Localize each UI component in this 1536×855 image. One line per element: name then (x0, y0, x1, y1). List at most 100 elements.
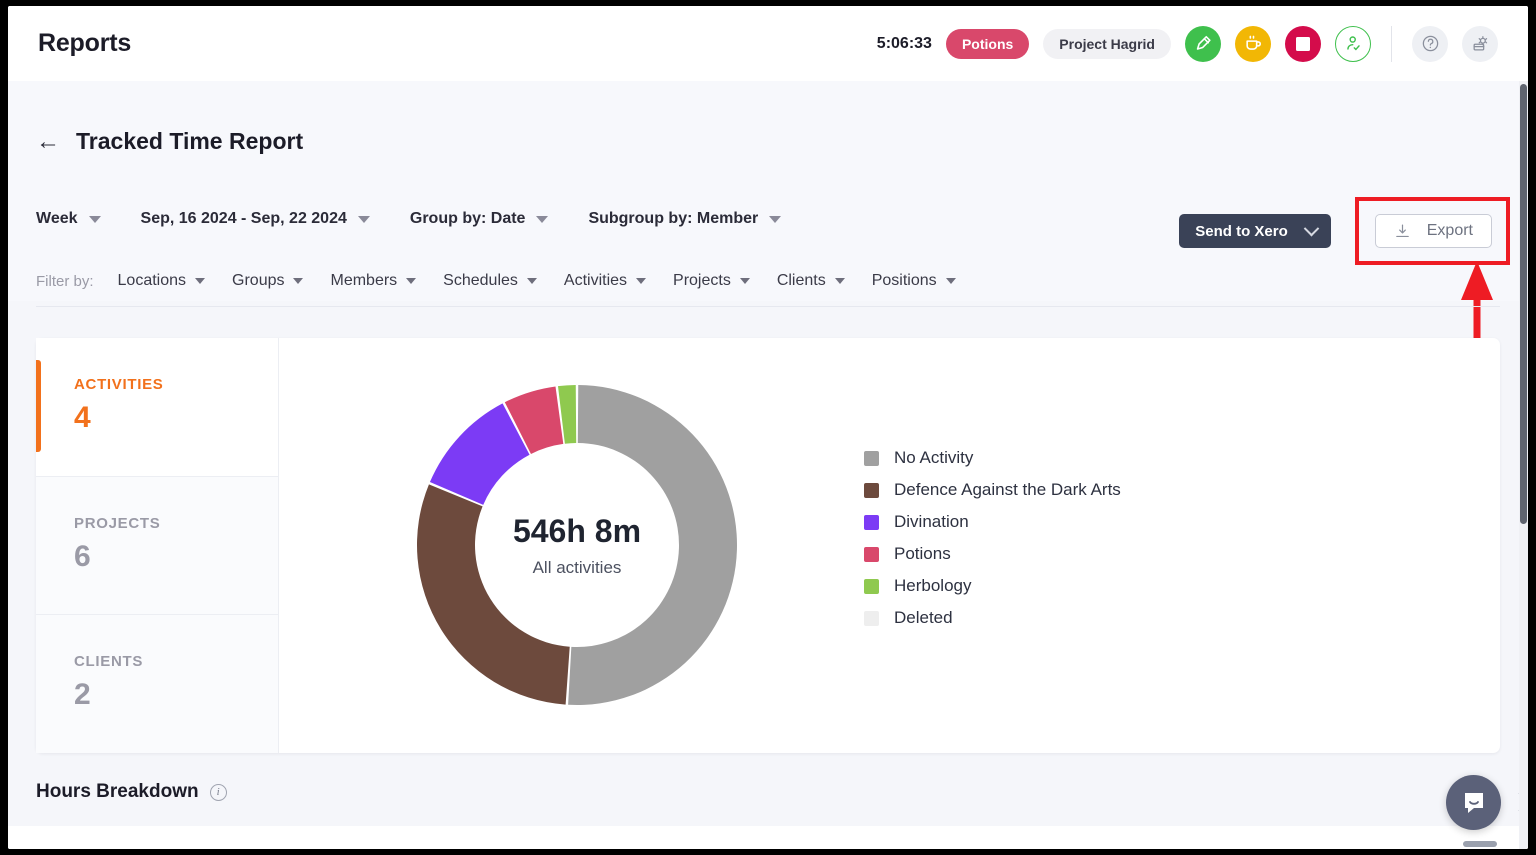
chat-bubble-icon[interactable] (1446, 775, 1501, 830)
filter-bar: Filter by: Locations Groups Members Sche… (8, 256, 1528, 306)
legend-swatch-herbology (864, 578, 879, 594)
chevron-down-icon (739, 278, 750, 284)
legend-label: Divination (894, 512, 969, 531)
filter-activities[interactable]: Activities (563, 272, 647, 290)
legend-item[interactable]: No Activity (864, 448, 1121, 468)
legend-label: Defence Against the Dark Arts (894, 480, 1121, 499)
app-window: Reports 5:06:33 Potions Project Hagrid ←… (8, 6, 1528, 849)
chevron-down-icon (769, 215, 782, 223)
group-by-selector[interactable]: Group by: Date (410, 210, 549, 228)
running-timer: 5:06:33 (876, 34, 932, 52)
chevron-down-icon (88, 215, 101, 223)
date-range-selector[interactable]: Sep, 16 2024 - Sep, 22 2024 (141, 210, 370, 228)
report-action-buttons: Send to Xero Export (1179, 197, 1510, 265)
legend-swatch-defence (864, 482, 879, 498)
current-project-pill[interactable]: Project Hagrid (1043, 28, 1171, 59)
legend-item[interactable]: Defence Against the Dark Arts (864, 480, 1121, 500)
filter-positions[interactable]: Positions (872, 272, 956, 290)
chevron-down-icon (293, 278, 304, 284)
report-title: Tracked Time Report (76, 128, 304, 154)
vertical-scrollbar-thumb[interactable] (1520, 84, 1527, 524)
subgroup-by-selector[interactable]: Subgroup by: Member (588, 210, 782, 228)
stat-label-projects: PROJECTS (74, 514, 161, 532)
filter-positions-label: Positions (871, 272, 937, 289)
chevron-down-icon (945, 278, 956, 284)
back-arrow-icon[interactable]: ← (36, 129, 60, 154)
legend-swatch-deleted (864, 610, 879, 626)
filter-activities-label: Activities (563, 272, 628, 289)
export-highlight-annotation: Export (1354, 197, 1510, 265)
legend-item[interactable]: Herbology (864, 576, 1121, 596)
topbar-divider (1391, 25, 1392, 62)
filter-locations[interactable]: Locations (118, 272, 206, 290)
legend-swatch-no-activity (864, 450, 879, 466)
filter-members[interactable]: Members (330, 272, 417, 290)
filter-members-label: Members (330, 272, 398, 289)
stat-tab-activities[interactable]: ACTIVITIES 4 (36, 338, 278, 477)
filter-divider (36, 306, 1500, 307)
filter-projects-label: Projects (673, 272, 731, 289)
filter-by-label: Filter by: (36, 272, 94, 290)
stat-tab-clients[interactable]: CLIENTS 2 (36, 615, 278, 754)
filter-clients-label: Clients (776, 272, 826, 289)
start-timer-icon[interactable] (1185, 25, 1221, 62)
send-to-xero-button[interactable]: Send to Xero (1179, 214, 1331, 248)
legend-item[interactable]: Deleted (864, 608, 1121, 628)
filter-schedules[interactable]: Schedules (443, 272, 537, 290)
report-controls: Week Sep, 16 2024 - Sep, 22 2024 Group b… (36, 201, 821, 237)
filter-clients[interactable]: Clients (777, 272, 845, 290)
summary-stat-tabs: ACTIVITIES 4 PROJECTS 6 CLIENTS 2 (36, 338, 279, 754)
horizontal-scrollbar-thumb[interactable] (1463, 841, 1497, 847)
hours-breakdown-header: Hours Breakdown i (36, 781, 227, 803)
info-icon[interactable]: i (209, 783, 227, 801)
legend-label: Potions (894, 544, 951, 563)
export-label: Export (1426, 222, 1473, 239)
settings-icon[interactable] (1462, 25, 1498, 62)
chevron-down-icon (195, 278, 206, 284)
filter-locations-label: Locations (117, 272, 187, 289)
help-icon[interactable] (1412, 25, 1448, 62)
download-icon (1395, 224, 1409, 237)
legend-item[interactable]: Potions (864, 544, 1121, 564)
filter-groups-label: Groups (232, 272, 285, 289)
donut-segment[interactable] (568, 385, 737, 705)
stat-value-activities: 4 (74, 401, 91, 434)
chevron-down-icon (636, 278, 647, 284)
subgroup-by-label: Subgroup by: Member (588, 210, 759, 227)
stat-value-clients: 2 (74, 678, 91, 712)
donut-chart[interactable]: 546h 8m All activities (407, 375, 747, 715)
date-range-label: Sep, 16 2024 - Sep, 22 2024 (140, 210, 347, 227)
filter-projects[interactable]: Projects (673, 272, 750, 290)
activities-summary-card: ACTIVITIES 4 PROJECTS 6 CLIENTS 2 546h 8… (36, 338, 1500, 754)
stat-tab-projects[interactable]: PROJECTS 6 (36, 476, 278, 616)
chart-legend: No Activity Defence Against the Dark Art… (864, 448, 1121, 628)
stat-label-activities: ACTIVITIES (74, 376, 164, 393)
hours-breakdown-title: Hours Breakdown (36, 781, 199, 802)
export-button[interactable]: Export (1374, 214, 1492, 248)
legend-label: Herbology (894, 576, 972, 595)
donut-segment[interactable] (416, 484, 570, 705)
topbar-actions: 5:06:33 Potions Project Hagrid (876, 25, 1498, 62)
period-selector[interactable]: Week (36, 210, 101, 228)
legend-swatch-divination (864, 514, 879, 530)
stop-timer-icon[interactable] (1285, 25, 1321, 62)
break-coffee-icon[interactable] (1235, 25, 1271, 62)
legend-item[interactable]: Divination (864, 512, 1121, 532)
chevron-down-icon (834, 278, 845, 284)
chevron-down-icon (406, 278, 417, 284)
legend-swatch-potions (864, 546, 879, 562)
stat-label-clients: CLIENTS (74, 653, 144, 671)
chevron-down-icon (1303, 220, 1320, 236)
user-check-icon[interactable] (1335, 25, 1371, 62)
stat-value-projects: 6 (74, 539, 91, 573)
page-title: Reports (38, 29, 132, 57)
top-navigation-bar: Reports 5:06:33 Potions Project Hagrid (8, 6, 1528, 81)
send-to-xero-label: Send to Xero (1195, 222, 1288, 240)
report-title-row: ← Tracked Time Report (36, 128, 303, 155)
current-activity-pill[interactable]: Potions (945, 28, 1030, 59)
donut-chart-svg (416, 385, 737, 705)
filter-groups[interactable]: Groups (232, 272, 304, 290)
period-selector-label: Week (36, 210, 78, 227)
bottom-panel (8, 826, 1528, 849)
chevron-down-icon (357, 215, 370, 223)
